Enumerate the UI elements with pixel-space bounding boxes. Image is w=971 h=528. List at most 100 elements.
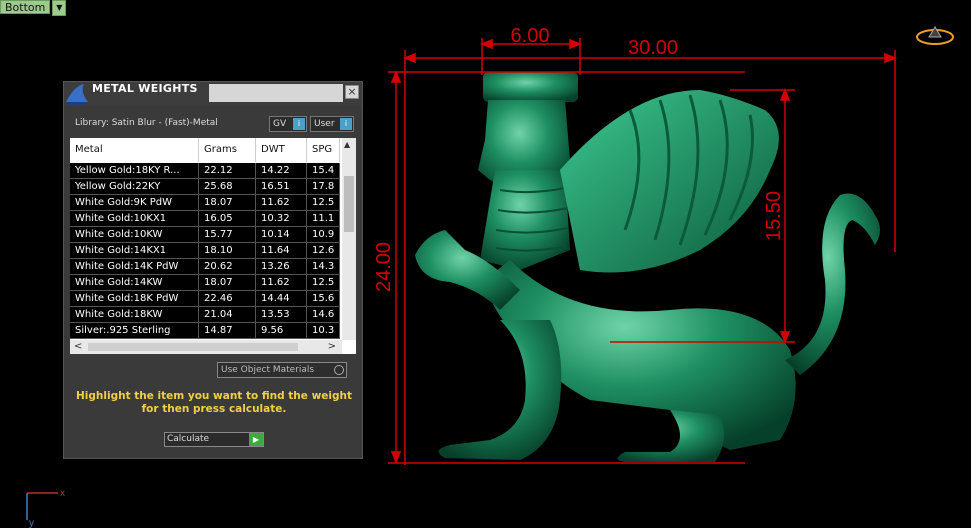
sphinx-model [415, 72, 880, 462]
viewport-dropdown-icon[interactable]: ▼ [52, 0, 67, 16]
cell-spg: 12.5 [307, 275, 340, 290]
scroll-left-icon[interactable]: < [74, 341, 82, 352]
use-object-materials-option[interactable]: Use Object Materials [217, 362, 347, 378]
scroll-thumb[interactable] [344, 176, 354, 232]
cell-dwt: 16.51 [256, 179, 307, 194]
close-button[interactable]: × [345, 85, 359, 99]
vertical-scrollbar[interactable]: ▲ [342, 138, 356, 340]
column-header-spg[interactable]: SPG [307, 138, 340, 162]
cell-spg: 15.4 [307, 163, 340, 178]
table-row[interactable]: White Gold:14KX1 18.10 11.64 12.6 [70, 243, 340, 259]
instruction-text: Highlight the item you want to find the … [76, 390, 352, 415]
dimension-width-30: 30.00 [628, 37, 678, 59]
cell-metal: Silver:.925 Sterling [70, 323, 199, 338]
table-body: Yellow Gold:18KY R... 22.12 14.22 15.4 Yello… [70, 163, 340, 339]
cell-metal: White Gold:18KW [70, 307, 199, 322]
cell-metal: White Gold:10KX1 [70, 211, 199, 226]
table-row[interactable]: White Gold:14K PdW 20.62 13.26 14.3 [70, 259, 340, 275]
table-row[interactable]: White Gold:10KX1 16.05 10.32 11.1 [70, 211, 340, 227]
metal-weights-panel: METAL WEIGHTS × Library: Satin Blur - (F… [63, 81, 363, 459]
use-object-materials-label: Use Object Materials [221, 365, 315, 375]
cell-spg: 11.1 [307, 211, 340, 226]
cell-grams: 22.46 [199, 291, 256, 306]
cell-metal: Yellow Gold:22KY [70, 179, 199, 194]
gv-dropdown[interactable]: GV i [269, 116, 307, 132]
axis-x-label: x [60, 488, 65, 499]
cell-dwt: 13.26 [256, 259, 307, 274]
user-dropdown[interactable]: User i [310, 116, 354, 132]
app-logo-icon [66, 84, 88, 105]
cell-dwt: 10.32 [256, 211, 307, 226]
cell-spg: 15.6 [307, 291, 340, 306]
library-label: Library: Satin Blur - (Fast)-Metal [75, 118, 218, 128]
calculate-label: Calculate [167, 434, 210, 444]
table-row[interactable]: White Gold:14KW 18.07 11.62 12.5 [70, 275, 340, 291]
table-row[interactable]: Yellow Gold:22KY 25.68 16.51 17.8 [70, 179, 340, 195]
cell-grams: 25.68 [199, 179, 256, 194]
cell-spg: 10.3 [307, 323, 340, 338]
scroll-thumb[interactable] [88, 343, 298, 351]
cell-dwt: 14.22 [256, 163, 307, 178]
info-icon[interactable]: i [340, 118, 352, 130]
table-header: Metal Grams DWT SPG [70, 138, 340, 162]
cell-metal: White Gold:9K PdW [70, 195, 199, 210]
column-header-grams[interactable]: Grams [199, 138, 256, 162]
cell-grams: 21.04 [199, 307, 256, 322]
horizontal-scrollbar[interactable]: < > [70, 340, 342, 354]
cell-dwt: 11.62 [256, 275, 307, 290]
column-header-dwt[interactable]: DWT [256, 138, 307, 162]
cell-dwt: 10.14 [256, 227, 307, 242]
column-header-metal[interactable]: Metal [70, 138, 199, 162]
cell-dwt: 14.44 [256, 291, 307, 306]
axis-indicator: x y [26, 488, 65, 528]
cell-grams: 22.12 [199, 163, 256, 178]
cell-spg: 14.3 [307, 259, 340, 274]
cell-grams: 14.87 [199, 323, 256, 338]
gv-label: GV [273, 119, 287, 129]
table-row[interactable]: Yellow Gold:18KY R... 22.12 14.22 15.4 [70, 163, 340, 179]
cell-metal: White Gold:14KW [70, 275, 199, 290]
calculate-button[interactable]: Calculate ▶ [164, 432, 264, 447]
info-icon[interactable]: i [293, 118, 305, 130]
cell-dwt: 11.62 [256, 195, 307, 210]
table-row[interactable]: Silver:.925 Sterling 14.87 9.56 10.3 [70, 323, 340, 339]
use-object-materials-radio[interactable] [334, 365, 344, 375]
table-row[interactable]: White Gold:9K PdW 18.07 11.62 12.5 [70, 195, 340, 211]
dimension-height-24: 24.00 [373, 242, 395, 292]
cell-grams: 18.07 [199, 275, 256, 290]
cell-dwt: 9.56 [256, 323, 307, 338]
cell-dwt: 11.64 [256, 243, 307, 258]
table-row[interactable]: White Gold:18KW 21.04 13.53 14.6 [70, 307, 340, 323]
panel-header-strip [209, 84, 343, 102]
user-label: User [314, 119, 335, 129]
scroll-right-icon[interactable]: > [328, 341, 336, 352]
cell-metal: White Gold:10KW [70, 227, 199, 242]
viewport-label[interactable]: Bottom ▼ [0, 0, 67, 16]
cell-grams: 20.62 [199, 259, 256, 274]
axis-y-label: y [29, 518, 34, 528]
cell-spg: 17.8 [307, 179, 340, 194]
scroll-up-icon[interactable]: ▲ [344, 140, 350, 149]
cell-metal: Yellow Gold:18KY R... [70, 163, 199, 178]
cell-spg: 12.5 [307, 195, 340, 210]
panel-title: METAL WEIGHTS [92, 82, 198, 95]
cell-dwt: 13.53 [256, 307, 307, 322]
cell-spg: 14.6 [307, 307, 340, 322]
cell-grams: 16.05 [199, 211, 256, 226]
table-row[interactable]: White Gold:18K PdW 22.46 14.44 15.6 [70, 291, 340, 307]
panel-header[interactable]: METAL WEIGHTS × [64, 82, 362, 106]
cell-grams: 15.77 [199, 227, 256, 242]
cell-grams: 18.07 [199, 195, 256, 210]
dimension-width-6: 6.00 [511, 25, 550, 47]
play-icon[interactable]: ▶ [249, 433, 263, 446]
cell-spg: 12.6 [307, 243, 340, 258]
render-viewport[interactable]: 6.00 30.00 24.00 15.50 [370, 20, 971, 500]
cell-grams: 18.10 [199, 243, 256, 258]
cell-metal: White Gold:18K PdW [70, 291, 199, 306]
viewport-name[interactable]: Bottom [0, 0, 51, 14]
cell-metal: White Gold:14K PdW [70, 259, 199, 274]
metal-table[interactable]: Metal Grams DWT SPG Yellow Gold:18KY R..… [70, 138, 356, 354]
table-row[interactable]: White Gold:10KW 15.77 10.14 10.9 [70, 227, 340, 243]
cell-spg: 10.9 [307, 227, 340, 242]
cell-metal: White Gold:14KX1 [70, 243, 199, 258]
